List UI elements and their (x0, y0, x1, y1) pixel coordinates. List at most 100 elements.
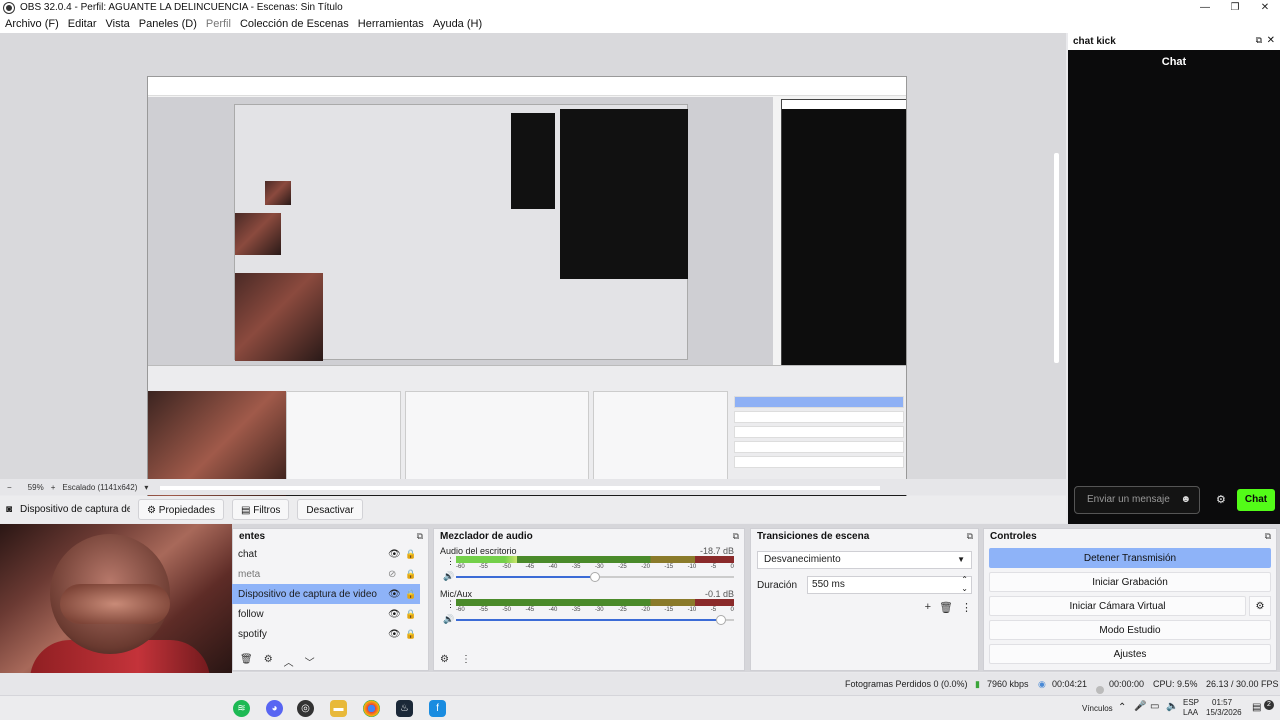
lock-icon[interactable]: 🔒 (405, 549, 416, 560)
minimize-button[interactable]: — (1190, 0, 1220, 15)
properties-button[interactable]: ⚙ Propiedades (138, 499, 224, 520)
tray-links[interactable]: Vínculos (1082, 704, 1113, 713)
spotify-icon[interactable]: ≋ (233, 700, 250, 717)
more-icon[interactable]: ⋮ (446, 599, 455, 610)
menu-editar[interactable]: Editar (68, 18, 97, 30)
start-virtual-camera-button[interactable]: Iniciar Cámara Virtual (989, 596, 1246, 616)
slider-handle[interactable] (716, 615, 726, 625)
nested-obs-menu (148, 87, 906, 96)
more-icon[interactable]: ⋮ (461, 654, 471, 665)
keyboard-layout[interactable]: LAA (1183, 708, 1198, 717)
list-item[interactable]: follow 👁 🔒 (232, 604, 420, 624)
maximize-button[interactable]: ❐ (1220, 0, 1250, 15)
obs-icon[interactable]: ◎ (297, 700, 314, 717)
studio-mode-button[interactable]: Modo Estudio (989, 620, 1271, 640)
list-item[interactable]: chat 👁 🔒 (232, 544, 420, 564)
menu-perfil[interactable]: Perfil (206, 18, 231, 30)
chevron-down-icon[interactable]: ▾ (144, 483, 148, 492)
discord-icon[interactable]: ◕ (266, 700, 283, 717)
trash-icon[interactable]: 🗑 (939, 601, 953, 614)
slider-handle[interactable] (590, 572, 600, 582)
source-toolbar: ◙ Dispositivo de captura de v ⚙ Propieda… (0, 496, 1066, 523)
menu-archivo[interactable]: Archivo (F) (5, 18, 59, 30)
menu-vista[interactable]: Vista (106, 18, 130, 30)
float-icon[interactable]: ⧉ (1256, 35, 1262, 46)
list-item[interactable]: Dispositivo de captura de video 👁 🔒 (232, 584, 420, 604)
steam-icon[interactable]: ♨ (396, 700, 413, 717)
lock-icon[interactable]: 🔒 (405, 629, 416, 640)
clock-date[interactable]: 15/3/2026 (1206, 708, 1242, 717)
more-icon[interactable]: ⋮ (961, 601, 972, 614)
filters-button[interactable]: ▤ Filtros (231, 499, 290, 520)
zoom-out-icon[interactable]: − (7, 483, 12, 492)
volume-slider[interactable] (456, 614, 734, 626)
list-item[interactable]: spotify 👁 🔒 (232, 624, 420, 644)
app-icon[interactable]: f (429, 700, 446, 717)
eye-icon[interactable]: 👁 (388, 589, 401, 600)
language-indicator[interactable]: ESP (1183, 698, 1199, 707)
list-item[interactable]: meta ⊘ 🔒 (232, 564, 420, 584)
advanced-audio-icon[interactable]: ⚙ (440, 654, 449, 665)
float-icon[interactable]: ⧉ (967, 529, 973, 544)
trash-icon[interactable]: 🗑 (240, 654, 253, 669)
zoom-in-icon[interactable]: + (51, 483, 56, 492)
speaker-icon[interactable]: 🔊 (443, 614, 454, 625)
mic-icon[interactable]: 🎤 (1134, 701, 1146, 712)
chevron-up-icon[interactable]: ⌃ (1118, 702, 1126, 713)
nested-chat (781, 99, 906, 397)
transition-select[interactable]: Desvanecimiento ▼ (757, 551, 972, 569)
speaker-icon[interactable]: 🔊 (443, 571, 454, 582)
float-icon[interactable]: ⧉ (733, 529, 739, 544)
virtualcam-row: Iniciar Cámara Virtual ⚙ (989, 596, 1271, 616)
notification-icon[interactable]: ▤ (1252, 702, 1261, 713)
sources-header: entes (239, 531, 266, 542)
lock-icon[interactable]: 🔒 (405, 569, 416, 580)
volume-icon[interactable]: 🔈 (1166, 701, 1178, 712)
gear-icon[interactable]: ⚙ (1249, 596, 1271, 616)
chrome-icon[interactable] (363, 700, 380, 717)
folder-icon[interactable]: ▬ (330, 700, 347, 717)
menu-herramientas[interactable]: Herramientas (358, 18, 424, 30)
duration-input[interactable]: 550 ms ⌃ ⌄ (807, 575, 972, 594)
menu-ayuda[interactable]: Ayuda (H) (433, 18, 482, 30)
stop-stream-button[interactable]: Detener Transmisión (989, 548, 1271, 568)
preview-area[interactable] (0, 33, 1066, 506)
close-icon[interactable]: ✕ (1267, 35, 1275, 46)
eye-icon[interactable]: 👁 (388, 629, 401, 640)
menu-coleccion-escenas[interactable]: Colección de Escenas (240, 18, 349, 30)
gear-icon[interactable]: ⚙ (264, 654, 273, 669)
float-icon[interactable]: ⧉ (417, 529, 423, 544)
move-down-icon[interactable]: ﹀ (305, 654, 315, 669)
clock-time[interactable]: 01:57 (1212, 698, 1232, 707)
preview-hscrollbar[interactable] (160, 486, 880, 490)
preview-scrollbar[interactable] (1054, 153, 1059, 363)
move-up-icon[interactable]: ︿ (284, 654, 294, 669)
emoji-icon[interactable]: ☻ (1180, 487, 1191, 513)
preview-canvas[interactable] (147, 76, 907, 506)
start-recording-button[interactable]: Iniciar Grabación (989, 572, 1271, 592)
more-icon[interactable]: ⋮ (446, 556, 455, 567)
eye-icon[interactable]: 👁 (388, 549, 401, 560)
spinner-icon[interactable]: ⌃ ⌄ (961, 575, 968, 593)
menu-bar: Archivo (F) Editar Vista Paneles (D) Per… (0, 15, 1280, 33)
gear-icon[interactable]: ⚙ (1216, 493, 1226, 506)
meter-tick-label: -50 (502, 564, 511, 570)
eye-off-icon[interactable]: ⊘ (388, 569, 396, 580)
lock-icon[interactable]: 🔒 (405, 589, 416, 600)
add-icon[interactable]: + (925, 601, 931, 614)
network-icon[interactable]: ▭ (1150, 701, 1159, 712)
eye-icon[interactable]: 👁 (388, 609, 401, 620)
float-icon[interactable]: ⧉ (1265, 529, 1271, 544)
chat-dock: chat kick ⧉ ✕ Chat Enviar un mensaje ☻ ⚙… (1068, 33, 1280, 524)
settings-button[interactable]: Ajustes (989, 644, 1271, 664)
meter-tick-label: -60 (456, 607, 465, 613)
volume-slider[interactable] (456, 571, 734, 583)
menu-paneles[interactable]: Paneles (D) (139, 18, 197, 30)
bitrate: 7960 kbps (987, 679, 1029, 689)
dropped-frames: Fotogramas Perdidos 0 (0.0%) (845, 679, 968, 689)
chat-send-button[interactable]: Chat (1237, 489, 1275, 511)
close-button[interactable]: ✕ (1250, 0, 1280, 15)
lock-icon[interactable]: 🔒 (405, 609, 416, 620)
chat-message-input[interactable]: Enviar un mensaje ☻ (1074, 486, 1200, 514)
deactivate-button[interactable]: Desactivar (297, 499, 363, 520)
